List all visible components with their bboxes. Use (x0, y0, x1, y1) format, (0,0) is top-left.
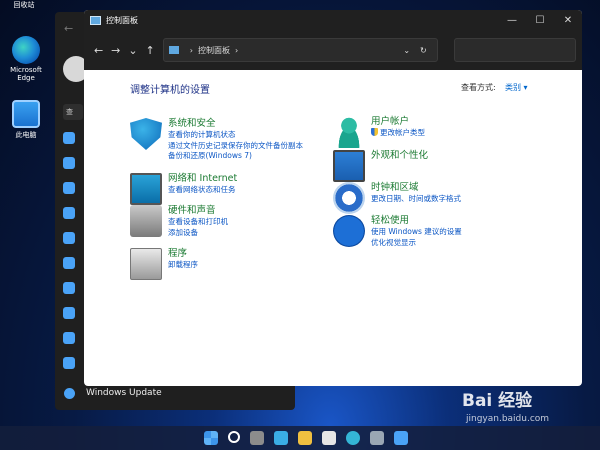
category-title[interactable]: 系统和安全 (168, 118, 303, 130)
category-title[interactable]: 外观和个性化 (371, 150, 428, 162)
refresh-icon[interactable]: ↻ (420, 46, 427, 55)
windows-update-label[interactable]: Windows Update (86, 388, 162, 398)
window-title: 控制面板 (106, 15, 138, 25)
control-panel-icon[interactable] (394, 431, 408, 445)
breadcrumb-separator[interactable]: › (235, 46, 238, 55)
category-hardware-sound: 硬件和声音 查看设备和打印机 添加设备 (130, 205, 228, 238)
view-by-dropdown[interactable]: 类别 ▾ (505, 82, 528, 93)
category-title[interactable]: 网络和 Internet (168, 173, 237, 185)
edge-label-2: Edge (17, 74, 35, 82)
address-dropdown-icon[interactable]: ⌄ (403, 46, 410, 55)
category-link[interactable]: 查看设备和打印机 (168, 217, 228, 228)
taskbar (0, 426, 600, 450)
category-title[interactable]: 程序 (168, 248, 198, 260)
category-link[interactable]: 卸载程序 (168, 260, 198, 271)
control-panel-icon (90, 15, 101, 25)
accessibility-icon[interactable] (63, 332, 75, 344)
network-icon[interactable] (130, 173, 162, 205)
category-link[interactable]: 通过文件历史记录保存你的文件备份副本 (168, 141, 303, 152)
apps-icon[interactable] (63, 232, 75, 244)
settings-nav-rail (55, 132, 83, 382)
file-explorer-icon[interactable] (298, 431, 312, 445)
category-ease-of-access: 轻松使用 使用 Windows 建议的设置 优化视觉显示 (333, 215, 462, 248)
category-title[interactable]: 用户帐户 (371, 116, 425, 128)
category-link[interactable]: 更改日期、时间或数字格式 (371, 194, 461, 205)
programs-icon[interactable] (130, 248, 162, 280)
user-icon[interactable] (333, 116, 365, 148)
category-link[interactable]: 备份和还原(Windows 7) (168, 151, 303, 162)
printer-icon[interactable] (130, 205, 162, 237)
category-link[interactable]: 添加设备 (168, 228, 228, 239)
back-button[interactable]: ← (90, 44, 107, 57)
edge-icon (12, 36, 40, 64)
settings-back-icon[interactable]: ← (64, 22, 73, 35)
category-appearance: 外观和个性化 (333, 150, 428, 182)
desktop-this-pc[interactable]: 此电脑 (2, 100, 50, 140)
gaming-icon[interactable] (63, 307, 75, 319)
personalization-icon[interactable] (63, 207, 75, 219)
control-panel-window: 控制面板 — ☐ ✕ ← → ⌄ ↑ › 控制面板 › ⌄ ↻ 调整计算机的设置… (84, 10, 582, 386)
recent-dropdown-button[interactable]: ⌄ (124, 44, 141, 57)
search-input[interactable] (453, 38, 577, 62)
edge-icon[interactable] (346, 431, 360, 445)
category-title[interactable]: 硬件和声音 (168, 205, 228, 217)
category-link[interactable]: 使用 Windows 建议的设置 (371, 227, 462, 238)
category-clock-region: 时钟和区域 更改日期、时间或数字格式 (333, 182, 461, 214)
view-by-label: 查看方式: (461, 83, 496, 92)
shield-icon[interactable] (130, 118, 162, 150)
watermark-logo: Bai 经验 (462, 391, 533, 411)
up-button[interactable]: ↑ (142, 44, 159, 57)
desktop-recycle-bin-label[interactable]: 回收站 (4, 0, 44, 10)
monitor-icon (12, 100, 40, 128)
forward-button[interactable]: → (107, 44, 124, 57)
accessibility-icon[interactable] (333, 215, 365, 247)
task-view-icon[interactable] (250, 431, 264, 445)
category-network: 网络和 Internet 查看网络状态和任务 (130, 173, 237, 205)
time-language-icon[interactable] (63, 282, 75, 294)
maximize-button[interactable]: ☐ (526, 15, 554, 26)
title-bar: 控制面板 — ☐ ✕ (84, 10, 582, 30)
breadcrumb[interactable]: 控制面板 (198, 45, 230, 56)
main-content: 调整计算机的设置 查看方式: 类别 ▾ 系统和安全 查看你的计算机状态 通过文件… (84, 70, 582, 386)
desktop-edge[interactable]: Microsoft Edge (2, 36, 50, 82)
store-icon[interactable] (322, 431, 336, 445)
clock-icon[interactable] (333, 182, 365, 214)
start-icon[interactable] (204, 431, 218, 445)
search-icon[interactable] (228, 431, 240, 443)
windows-update-icon (64, 388, 75, 399)
category-link[interactable]: 查看网络状态和任务 (168, 185, 237, 196)
bluetooth-icon[interactable] (63, 157, 75, 169)
control-panel-icon (168, 46, 179, 54)
category-title[interactable]: 轻松使用 (371, 215, 462, 227)
network-icon[interactable] (63, 182, 75, 194)
system-icon[interactable] (63, 132, 75, 144)
edge-label-1: Microsoft (10, 66, 42, 74)
category-programs: 程序 卸载程序 (130, 248, 198, 280)
category-system-security: 系统和安全 查看你的计算机状态 通过文件历史记录保存你的文件备份副本 备份和还原… (130, 118, 303, 162)
category-link[interactable]: 优化视觉显示 (371, 238, 462, 249)
this-pc-label: 此电脑 (15, 131, 37, 139)
appearance-icon[interactable] (333, 150, 365, 182)
close-button[interactable]: ✕ (554, 15, 582, 26)
category-user-accounts: 用户帐户 更改帐户类型 (333, 116, 425, 148)
address-toolbar: ← → ⌄ ↑ › 控制面板 › ⌄ ↻ (84, 30, 582, 70)
minimize-button[interactable]: — (498, 15, 526, 26)
settings-icon[interactable] (370, 431, 384, 445)
category-link[interactable]: 查看你的计算机状态 (168, 130, 303, 141)
watermark-url: jingyan.baidu.com (466, 414, 550, 424)
page-title: 调整计算机的设置 (130, 85, 210, 96)
category-title[interactable]: 时钟和区域 (371, 182, 461, 194)
privacy-icon[interactable] (63, 357, 75, 369)
address-bar[interactable]: › 控制面板 › ⌄ ↻ (162, 38, 438, 62)
breadcrumb-separator[interactable]: › (190, 46, 193, 55)
settings-search-input[interactable]: 查 (63, 104, 83, 120)
category-link[interactable]: 更改帐户类型 (371, 128, 425, 139)
accounts-icon[interactable] (63, 257, 75, 269)
widgets-icon[interactable] (274, 431, 288, 445)
